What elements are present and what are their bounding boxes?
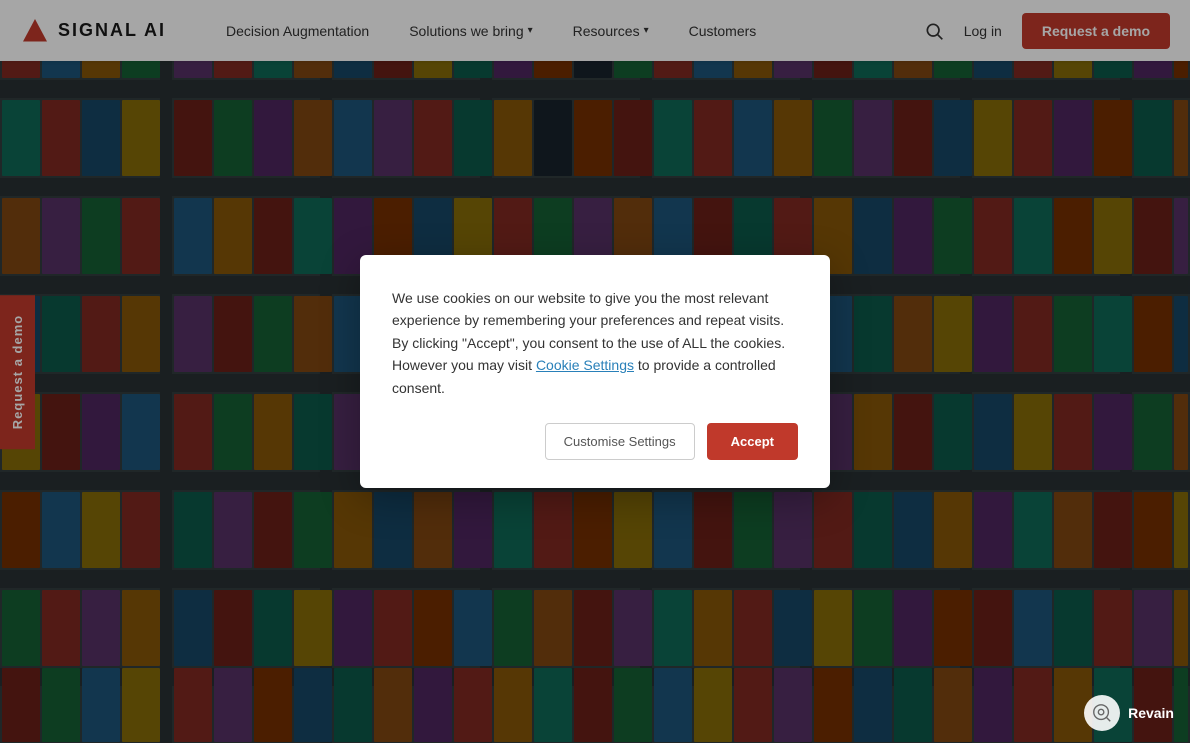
cookie-modal: We use cookies on our website to give yo… [360, 255, 830, 488]
revain-watermark: Revain [1084, 695, 1174, 731]
revain-text: Revain [1128, 705, 1174, 721]
customise-settings-button[interactable]: Customise Settings [545, 423, 695, 460]
cookie-body-text: We use cookies on our website to give yo… [392, 287, 798, 399]
cookie-buttons: Customise Settings Accept [392, 423, 798, 460]
cookie-settings-link[interactable]: Cookie Settings [536, 357, 634, 373]
accept-button[interactable]: Accept [707, 423, 798, 460]
revain-icon [1084, 695, 1120, 731]
cookie-overlay: We use cookies on our website to give yo… [0, 0, 1190, 743]
revain-logo-icon [1091, 702, 1113, 724]
